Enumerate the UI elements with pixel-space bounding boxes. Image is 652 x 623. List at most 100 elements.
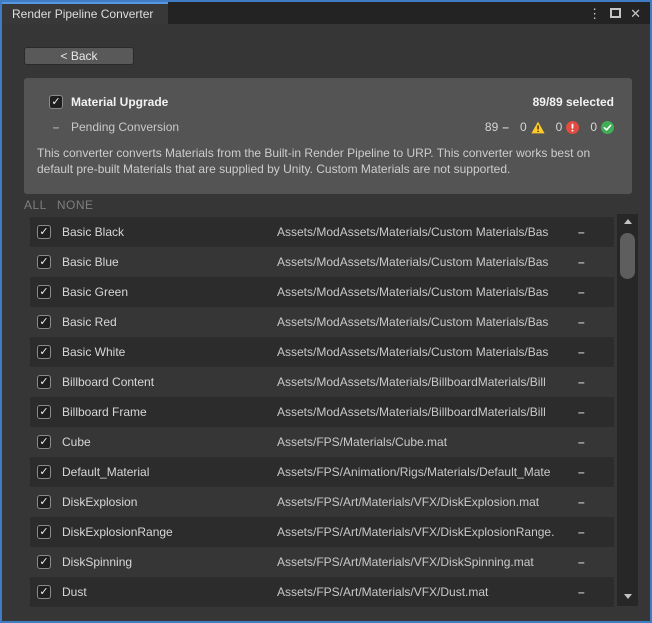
material-path: Assets/ModAssets/Materials/Custom Materi… (277, 315, 575, 329)
material-path: Assets/FPS/Animation/Rigs/Materials/Defa… (277, 465, 575, 479)
select-none-button[interactable]: NONE (57, 198, 94, 212)
material-path: Assets/FPS/Art/Materials/VFX/DiskExplosi… (277, 495, 575, 509)
row-checkbox[interactable]: ✓ (37, 525, 51, 539)
row-checkbox[interactable]: ✓ (37, 465, 51, 479)
row-status-dash-icon: – (578, 585, 585, 599)
material-row[interactable]: ✓ DiskExplosionRange Assets/FPS/Art/Mate… (30, 517, 614, 547)
material-name: DiskExplosionRange (62, 525, 173, 539)
tab-render-pipeline-converter[interactable]: Render Pipeline Converter (2, 2, 168, 24)
checkmark-icon: ✓ (39, 347, 48, 358)
material-row[interactable]: ✓ Basic Blue Assets/ModAssets/Materials/… (30, 247, 614, 277)
row-status-dash-icon: – (578, 225, 585, 239)
pending-count-group: 89 – (485, 120, 509, 134)
row-status-dash-icon: – (578, 375, 585, 389)
back-button-label: < Back (60, 49, 97, 63)
collapse-dash-icon[interactable]: – (49, 120, 63, 134)
material-name: Cube (62, 435, 91, 449)
checkmark-icon: ✓ (39, 227, 48, 238)
row-checkbox[interactable]: ✓ (37, 405, 51, 419)
material-name: Basic Green (62, 285, 128, 299)
row-checkbox[interactable]: ✓ (37, 315, 51, 329)
material-path: Assets/ModAssets/Materials/BillboardMate… (277, 405, 575, 419)
material-path: Assets/FPS/Art/Materials/VFX/Dust.mat (277, 585, 575, 599)
material-row[interactable]: ✓ DiskSpinning Assets/FPS/Art/Materials/… (30, 547, 614, 577)
warning-icon (531, 121, 545, 134)
checkmark-icon: ✓ (39, 557, 48, 568)
material-name: DiskSpinning (62, 555, 132, 569)
material-name: Basic White (62, 345, 125, 359)
material-row[interactable]: ✓ Basic Red Assets/ModAssets/Materials/C… (30, 307, 614, 337)
row-checkbox[interactable]: ✓ (37, 255, 51, 269)
material-row[interactable]: ✓ Basic White Assets/ModAssets/Materials… (30, 337, 614, 367)
checkmark-icon: ✓ (39, 437, 48, 448)
material-path: Assets/FPS/Art/Materials/VFX/DiskSpinnin… (277, 555, 575, 569)
titlebar: Render Pipeline Converter ⋮ ✕ (2, 2, 650, 24)
material-path: Assets/ModAssets/Materials/Custom Materi… (277, 255, 575, 269)
material-name: Billboard Frame (62, 405, 147, 419)
material-path: Assets/ModAssets/Materials/Custom Materi… (277, 285, 575, 299)
row-status-dash-icon: – (578, 555, 585, 569)
error-count-group: 0 (556, 120, 580, 134)
success-count: 0 (590, 120, 597, 134)
row-checkbox[interactable]: ✓ (37, 555, 51, 569)
material-row[interactable]: ✓ Basic Green Assets/ModAssets/Materials… (30, 277, 614, 307)
row-status-dash-icon: – (578, 255, 585, 269)
scrollbar-thumb[interactable] (620, 233, 635, 279)
row-status-dash-icon: – (578, 405, 585, 419)
success-count-group: 0 (590, 120, 614, 134)
checkmark-icon: ✓ (39, 467, 48, 478)
material-name: Basic Blue (62, 255, 119, 269)
material-path: Assets/ModAssets/Materials/Custom Materi… (277, 225, 575, 239)
material-name: Billboard Content (62, 375, 154, 389)
material-path: Assets/FPS/Art/Materials/VFX/DiskExplosi… (277, 525, 575, 539)
material-row[interactable]: ✓ Billboard Frame Assets/ModAssets/Mater… (30, 397, 614, 427)
kebab-menu-icon[interactable]: ⋮ (588, 7, 601, 20)
warning-count: 0 (520, 120, 527, 134)
selection-controls: ALL NONE (24, 198, 94, 212)
row-checkbox[interactable]: ✓ (37, 345, 51, 359)
vertical-scrollbar (617, 214, 638, 606)
material-row[interactable]: ✓ Default_Material Assets/FPS/Animation/… (30, 457, 614, 487)
select-all-button[interactable]: ALL (24, 198, 47, 212)
checkmark-icon: ✓ (39, 377, 48, 388)
success-icon (601, 121, 614, 134)
converter-title: Material Upgrade (71, 95, 168, 109)
row-status-dash-icon: – (578, 345, 585, 359)
row-checkbox[interactable]: ✓ (37, 225, 51, 239)
material-row[interactable]: ✓ Basic Black Assets/ModAssets/Materials… (30, 217, 614, 247)
row-status-dash-icon: – (578, 495, 585, 509)
pending-conversion-label: Pending Conversion (71, 120, 179, 134)
error-icon (566, 121, 579, 134)
material-name: Dust (62, 585, 87, 599)
back-button[interactable]: < Back (24, 47, 134, 65)
material-name: Basic Black (62, 225, 124, 239)
material-row[interactable]: ✓ Billboard Content Assets/ModAssets/Mat… (30, 367, 614, 397)
material-row[interactable]: ✓ DiskExplosion Assets/FPS/Art/Materials… (30, 487, 614, 517)
row-checkbox[interactable]: ✓ (37, 285, 51, 299)
row-status-dash-icon: – (578, 465, 585, 479)
checkmark-icon: ✓ (51, 97, 60, 108)
row-status-dash-icon: – (578, 435, 585, 449)
pending-conversion-row: – Pending Conversion 89 – 0 0 (49, 118, 614, 136)
converter-description: This converter converts Materials from t… (37, 145, 622, 177)
row-checkbox[interactable]: ✓ (37, 585, 51, 599)
row-checkbox[interactable]: ✓ (37, 435, 51, 449)
row-checkbox[interactable]: ✓ (37, 375, 51, 389)
row-checkbox[interactable]: ✓ (37, 495, 51, 509)
status-counts: 89 – 0 0 (485, 120, 614, 134)
checkmark-icon: ✓ (39, 497, 48, 508)
converter-checkbox[interactable]: ✓ (49, 95, 63, 109)
close-icon[interactable]: ✕ (630, 7, 641, 20)
material-name: Default_Material (62, 465, 149, 479)
checkmark-icon: ✓ (39, 317, 48, 328)
checkmark-icon: ✓ (39, 257, 48, 268)
window-title: Render Pipeline Converter (12, 7, 153, 21)
material-row[interactable]: ✓ Dust Assets/FPS/Art/Materials/VFX/Dust… (30, 577, 614, 607)
pending-dash-icon: – (502, 120, 509, 134)
scroll-up-arrow-icon[interactable] (624, 219, 632, 224)
maximize-icon[interactable] (610, 8, 621, 18)
checkmark-icon: ✓ (39, 407, 48, 418)
material-row[interactable]: ✓ Cube Assets/FPS/Materials/Cube.mat – (30, 427, 614, 457)
checkmark-icon: ✓ (39, 527, 48, 538)
scroll-down-arrow-icon[interactable] (624, 594, 632, 599)
